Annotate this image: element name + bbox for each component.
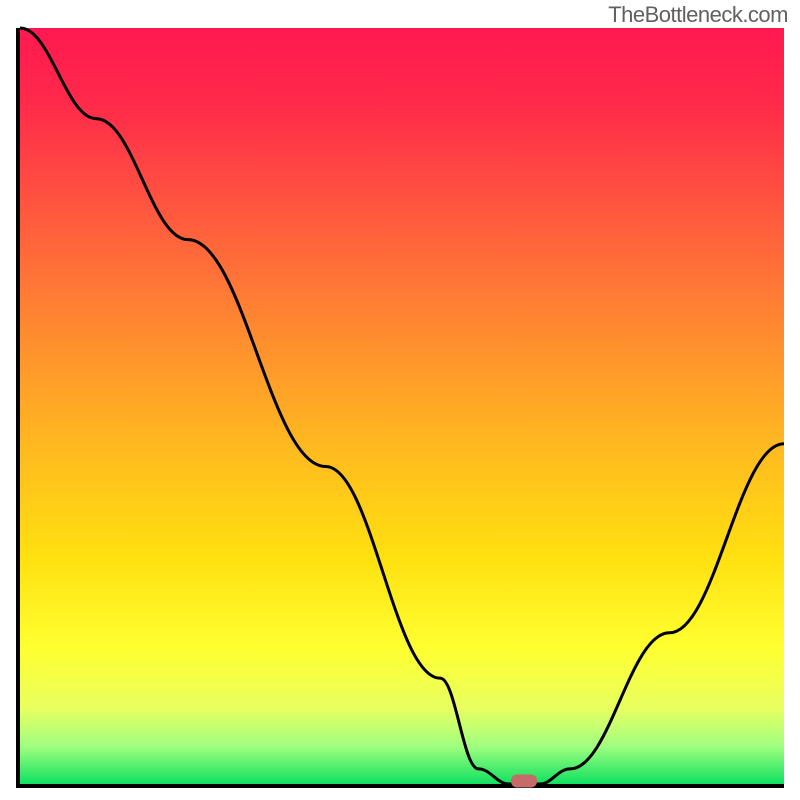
bottleneck-line	[20, 28, 784, 784]
chart-plot-area	[16, 28, 784, 788]
chart-curve	[20, 28, 784, 784]
optimal-marker	[511, 775, 537, 788]
watermark-text: TheBottleneck.com	[608, 2, 788, 28]
